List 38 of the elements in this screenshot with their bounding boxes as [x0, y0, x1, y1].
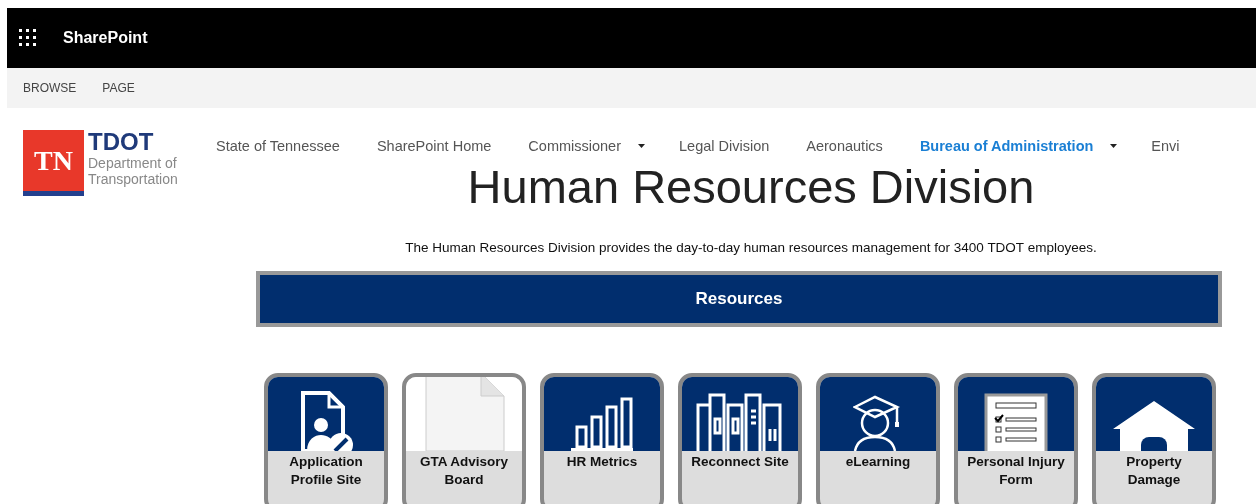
nav-link[interactable]: Legal Division — [679, 138, 770, 154]
nav-link[interactable]: Commissioner — [528, 138, 621, 154]
description-text: The Human Resources Division provides the day-to-day human resources management for 3400 TDOT employees. — [404, 240, 1098, 255]
resource-tile[interactable]: HR Metrics — [540, 373, 664, 504]
tile-label: GTA Advisory Board — [419, 453, 509, 489]
logo-subtitle: Transportation — [88, 172, 178, 186]
caret-icon[interactable] — [638, 144, 645, 148]
bar-chart-icon — [571, 397, 633, 451]
resource-tile[interactable]: GTA Advisory Board — [402, 373, 526, 504]
resource-tile[interactable]: Property Damage — [1092, 373, 1216, 504]
resource-tile[interactable]: eLearning — [816, 373, 940, 504]
suite-title[interactable]: SharePoint — [63, 29, 148, 47]
checklist-form-icon — [984, 393, 1048, 451]
blank-page-icon — [423, 377, 505, 451]
resource-tile[interactable]: Application Profile Site — [264, 373, 388, 504]
nav-link[interactable]: State of Tennessee — [216, 138, 340, 154]
tile-label: Reconnect Site — [690, 453, 790, 471]
ribbon-tab[interactable]: PAGE — [102, 81, 135, 95]
house-icon — [1113, 401, 1195, 451]
nav-link[interactable]: Envi — [1151, 138, 1180, 154]
resource-tile[interactable]: Reconnect Site — [678, 373, 802, 504]
nav-link[interactable]: Bureau of Administration — [919, 138, 1094, 154]
tile-label: eLearning — [844, 453, 912, 471]
tile-label: Property Damage — [1125, 453, 1183, 489]
ribbon-tab[interactable]: BROWSE — [23, 81, 77, 95]
tile-label: HR Metrics — [565, 453, 639, 471]
app-launcher-icon[interactable] — [19, 29, 37, 47]
logo-name: TDOT — [88, 130, 155, 154]
logo-subtitle: Department of — [88, 156, 178, 170]
nav-link[interactable]: SharePoint Home — [376, 138, 492, 154]
logo-badge: TN — [23, 130, 84, 196]
nav-link[interactable]: Aeronautics — [806, 138, 883, 154]
resource-tile[interactable]: Personal Injury Form — [954, 373, 1078, 504]
tile-label: Personal Injury Form — [966, 453, 1066, 489]
tile-label: Application Profile Site — [288, 453, 364, 489]
section-header: Resources — [256, 271, 1222, 327]
caret-icon[interactable] — [1110, 144, 1118, 148]
page-title: Human Resources Division — [466, 159, 1036, 215]
